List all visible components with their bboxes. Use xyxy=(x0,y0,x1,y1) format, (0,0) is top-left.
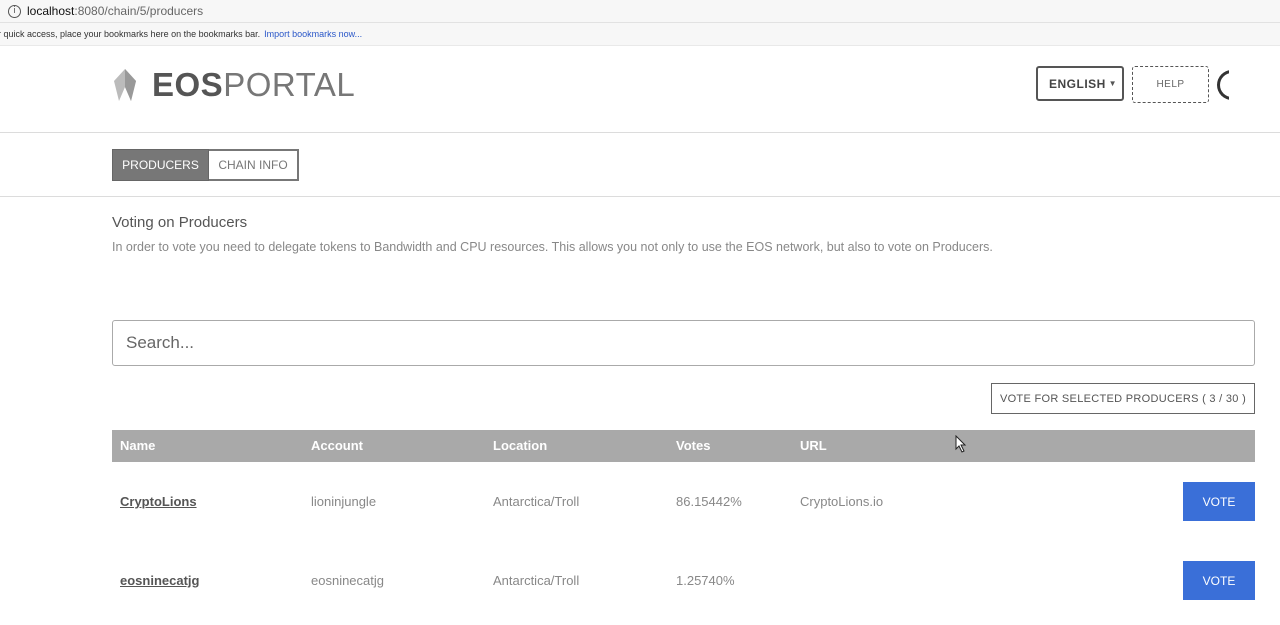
logo-portal-text: PORTAL xyxy=(223,66,356,103)
producer-votes: 86.15442% xyxy=(676,494,742,509)
mouse-cursor-icon xyxy=(955,435,967,453)
column-header-votes[interactable]: Votes xyxy=(676,438,710,453)
logo-eos-text: EOS xyxy=(152,66,224,103)
url-host: localhost xyxy=(27,4,75,18)
tab-chain-info[interactable]: CHAIN INFO xyxy=(209,149,299,181)
producer-account: eosninecatjg xyxy=(311,573,384,588)
producer-name-link[interactable]: CryptoLions xyxy=(120,494,197,509)
producer-url: CryptoLions.io xyxy=(800,494,884,509)
producer-location: Antarctica/Troll xyxy=(493,494,580,509)
producer-name-link[interactable]: eosninecatjg xyxy=(120,573,199,588)
language-label: ENGLISH xyxy=(1049,76,1106,91)
search-input[interactable] xyxy=(112,320,1255,366)
producer-location: Antarctica/Troll xyxy=(493,573,580,588)
table-row: eosninecatjg eosninecatjg Antarctica/Tro… xyxy=(112,541,1255,620)
bookmarks-bar: r quick access, place your bookmarks her… xyxy=(0,23,1280,46)
vote-selected-producers-button[interactable]: VOTE FOR SELECTED PRODUCERS ( 3 / 30 ) xyxy=(991,383,1255,414)
eos-portal-logo[interactable]: EOS PORTAL xyxy=(112,66,355,104)
url-path: :8080/chain/5/producers xyxy=(74,4,204,18)
info-icon[interactable]: i xyxy=(8,4,21,18)
vote-button[interactable]: VOTE xyxy=(1183,482,1255,521)
caret-down-icon: ▼ xyxy=(1108,79,1117,88)
column-header-url[interactable]: URL xyxy=(800,438,827,453)
table-header: Name Account Location Votes URL xyxy=(112,430,1255,462)
section-description: In order to vote you need to delegate to… xyxy=(112,240,993,254)
bookmarks-hint: r quick access, place your bookmarks her… xyxy=(0,29,261,39)
account-avatar-icon[interactable] xyxy=(1217,70,1229,100)
browser-address-bar[interactable]: i localhost:8080/chain/5/producers xyxy=(0,0,1280,23)
table-row: CryptoLions lioninjungle Antarctica/Trol… xyxy=(112,462,1255,541)
nav-tabs-bar: PRODUCERS CHAIN INFO xyxy=(0,133,1280,197)
tab-producers[interactable]: PRODUCERS xyxy=(112,149,209,181)
column-header-name[interactable]: Name xyxy=(120,438,155,453)
column-header-account[interactable]: Account xyxy=(311,438,363,453)
nav-tabs: PRODUCERS CHAIN INFO xyxy=(112,149,299,181)
language-select[interactable]: ENGLISH ▼ xyxy=(1036,66,1124,101)
column-header-location[interactable]: Location xyxy=(493,438,547,453)
section-title: Voting on Producers xyxy=(112,214,248,231)
site-header: EOS PORTAL ENGLISH ▼ HELP xyxy=(0,46,1280,133)
import-bookmarks-link[interactable]: Import bookmarks now... xyxy=(264,29,362,39)
producers-table: Name Account Location Votes URL CryptoLi… xyxy=(112,430,1255,620)
help-button[interactable]: HELP xyxy=(1132,66,1209,103)
vote-button[interactable]: VOTE xyxy=(1183,561,1255,600)
producer-account: lioninjungle xyxy=(311,494,377,509)
producer-votes: 1.25740% xyxy=(676,573,735,588)
eos-logo-icon xyxy=(114,69,136,101)
